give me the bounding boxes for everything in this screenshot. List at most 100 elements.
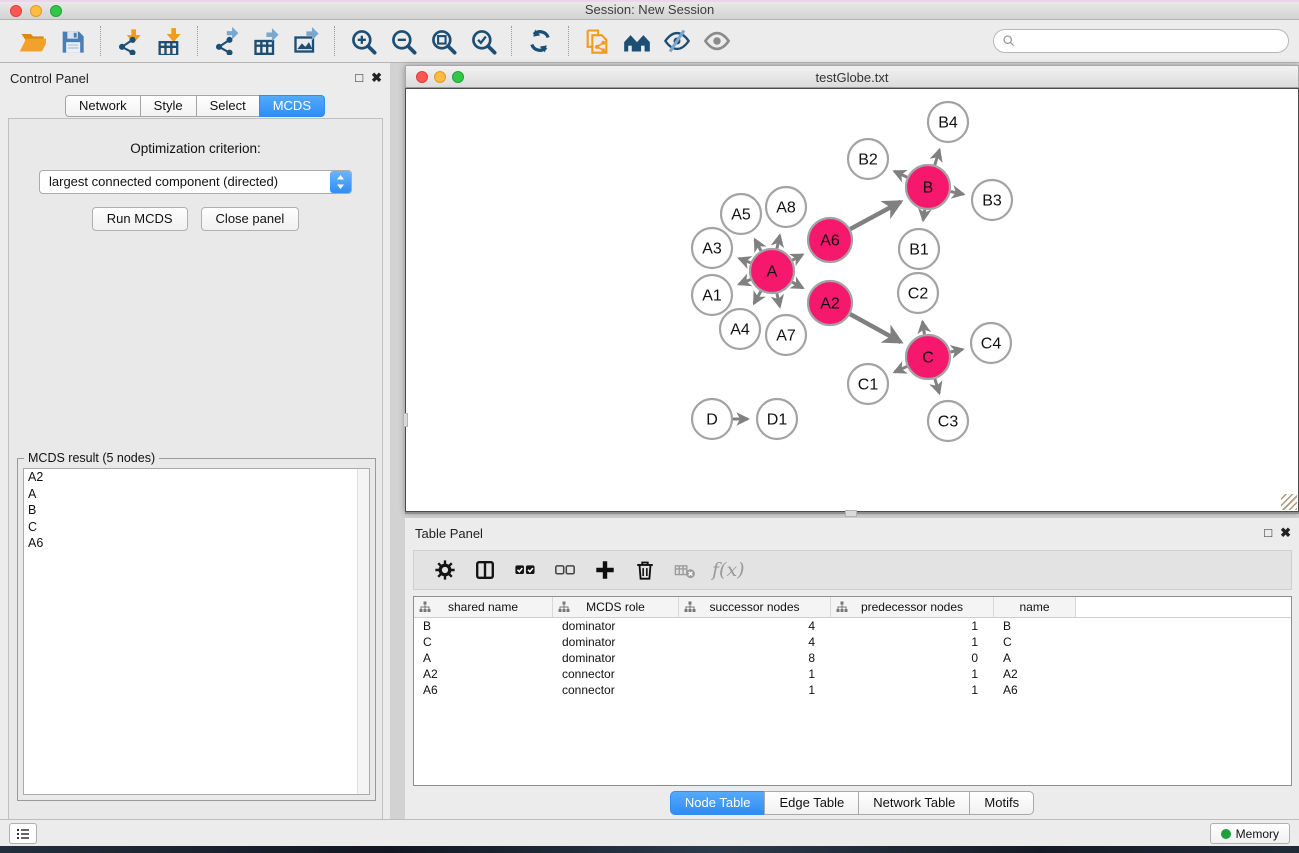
edge-B-B1[interactable] <box>923 210 925 221</box>
open-folder-button[interactable] <box>12 24 52 58</box>
columns-button[interactable] <box>468 554 502 586</box>
plus-button[interactable] <box>588 554 622 586</box>
edge-B-B4[interactable] <box>935 150 940 165</box>
table-delete-button[interactable] <box>668 554 702 586</box>
edge-A-A7[interactable] <box>777 293 780 306</box>
tab-motifs[interactable]: Motifs <box>969 791 1034 815</box>
edge-C-C3[interactable] <box>935 379 939 393</box>
edge-A-A1[interactable] <box>739 280 751 285</box>
mcds-result-item[interactable]: C <box>24 519 369 536</box>
graph-node-C4[interactable]: C4 <box>971 323 1011 363</box>
trash-button[interactable] <box>628 554 662 586</box>
edge-A-A3[interactable] <box>739 258 750 262</box>
import-network-button[interactable] <box>109 24 149 58</box>
mcds-result-item[interactable]: A <box>24 486 369 503</box>
edge-A-A8[interactable] <box>777 235 780 248</box>
search-input[interactable] <box>1016 31 1288 51</box>
graph-node-A6[interactable]: A6 <box>808 218 852 262</box>
column-header-predecessor-nodes[interactable]: predecessor nodes <box>831 597 994 617</box>
graph-node-B2[interactable]: B2 <box>848 139 888 179</box>
column-header-name[interactable]: name <box>994 597 1076 617</box>
graph-node-A[interactable]: A <box>750 249 794 293</box>
edge-A2-C[interactable] <box>850 314 901 342</box>
edge-A-A4[interactable] <box>754 291 761 303</box>
list-scrollbar[interactable] <box>357 469 369 794</box>
edge-A-A2[interactable] <box>792 282 803 288</box>
graph-node-D[interactable]: D <box>692 399 732 439</box>
close-panel-icon[interactable]: ✖ <box>371 70 382 86</box>
graph-node-A3[interactable]: A3 <box>692 228 732 268</box>
refresh-button[interactable] <box>520 24 560 58</box>
show-panel-list-button[interactable] <box>9 823 37 844</box>
graph-node-B[interactable]: B <box>906 165 950 209</box>
zoom-selected-button[interactable] <box>463 24 503 58</box>
column-header-MCDS-role[interactable]: MCDS role <box>553 597 679 617</box>
graph-node-A8[interactable]: A8 <box>766 187 806 227</box>
graph-node-C1[interactable]: C1 <box>848 364 888 404</box>
check-pair-button[interactable] <box>508 554 542 586</box>
float-table-panel-icon[interactable]: □ <box>1264 525 1272 541</box>
tab-network-table[interactable]: Network Table <box>858 791 969 815</box>
criterion-select[interactable]: largest connected component (directed) <box>39 170 352 194</box>
edge-C-C4[interactable] <box>950 349 962 352</box>
edge-A-A6[interactable] <box>792 255 802 261</box>
zoom-out-button[interactable] <box>383 24 423 58</box>
table-row[interactable]: A2connector11A2 <box>414 666 1291 682</box>
graph-node-C2[interactable]: C2 <box>898 273 938 313</box>
new-session-button[interactable] <box>577 24 617 58</box>
splitter-knob[interactable] <box>403 413 408 427</box>
zoom-fit-button[interactable] <box>423 24 463 58</box>
table-row[interactable]: Adominator80A <box>414 650 1291 666</box>
graph-node-B1[interactable]: B1 <box>899 229 939 269</box>
edge-C-C2[interactable] <box>922 322 924 335</box>
tab-edge-table[interactable]: Edge Table <box>764 791 858 815</box>
table-row[interactable]: A6connector11A6 <box>414 682 1291 698</box>
graph-node-B4[interactable]: B4 <box>928 102 968 142</box>
edge-A6-B[interactable] <box>850 202 901 229</box>
eye-slash-button[interactable] <box>657 24 697 58</box>
table-row[interactable]: Cdominator41C <box>414 634 1291 650</box>
run-mcds-button[interactable]: Run MCDS <box>92 207 188 231</box>
memory-button[interactable]: Memory <box>1210 823 1290 844</box>
resize-grip-icon[interactable] <box>1281 494 1297 510</box>
tab-mcds[interactable]: MCDS <box>259 95 325 117</box>
edge-C-C1[interactable] <box>894 366 907 372</box>
eye-button[interactable] <box>697 24 737 58</box>
horizontal-splitter-knob[interactable] <box>845 510 857 517</box>
graph-node-D1[interactable]: D1 <box>757 399 797 439</box>
edge-B-B2[interactable] <box>894 171 907 177</box>
close-table-panel-icon[interactable]: ✖ <box>1280 525 1291 541</box>
mcds-result-item[interactable]: A2 <box>24 469 369 486</box>
mcds-result-list[interactable]: A2ABCA6 <box>23 468 370 795</box>
column-header-shared-name[interactable]: shared name <box>414 597 553 617</box>
tab-select[interactable]: Select <box>196 95 259 117</box>
edge-B-B3[interactable] <box>951 192 964 195</box>
export-network-button[interactable] <box>206 24 246 58</box>
graph-node-A4[interactable]: A4 <box>720 309 760 349</box>
column-header-successor-nodes[interactable]: successor nodes <box>679 597 831 617</box>
home-button[interactable] <box>617 24 657 58</box>
function-builder-button[interactable]: f(x) <box>708 559 745 581</box>
graph-node-A2[interactable]: A2 <box>808 281 852 325</box>
graph-node-A1[interactable]: A1 <box>692 275 732 315</box>
zoom-in-button[interactable] <box>343 24 383 58</box>
network-canvas[interactable]: B4B2BB3A8A5A6A3B1AC2A1A2A4A7C4CC1DD1C3 <box>405 88 1299 512</box>
graph-node-A5[interactable]: A5 <box>721 194 761 234</box>
mcds-result-item[interactable]: B <box>24 502 369 519</box>
network-window-titlebar[interactable]: testGlobe.txt <box>405 65 1299 88</box>
save-button[interactable] <box>52 24 92 58</box>
graph-node-A7[interactable]: A7 <box>766 315 806 355</box>
uncheck-pair-button[interactable] <box>548 554 582 586</box>
tab-style[interactable]: Style <box>140 95 196 117</box>
float-panel-icon[interactable]: □ <box>355 70 363 86</box>
tab-network[interactable]: Network <box>65 95 140 117</box>
export-table-button[interactable] <box>246 24 286 58</box>
tab-node-table[interactable]: Node Table <box>670 791 765 815</box>
graph-node-C3[interactable]: C3 <box>928 401 968 441</box>
close-panel-button[interactable]: Close panel <box>201 207 300 231</box>
graph-node-C[interactable]: C <box>906 335 950 379</box>
edge-A-A5[interactable] <box>755 239 761 250</box>
search-box[interactable] <box>993 29 1289 53</box>
export-image-button[interactable] <box>286 24 326 58</box>
table-row[interactable]: Bdominator41B <box>414 618 1291 634</box>
